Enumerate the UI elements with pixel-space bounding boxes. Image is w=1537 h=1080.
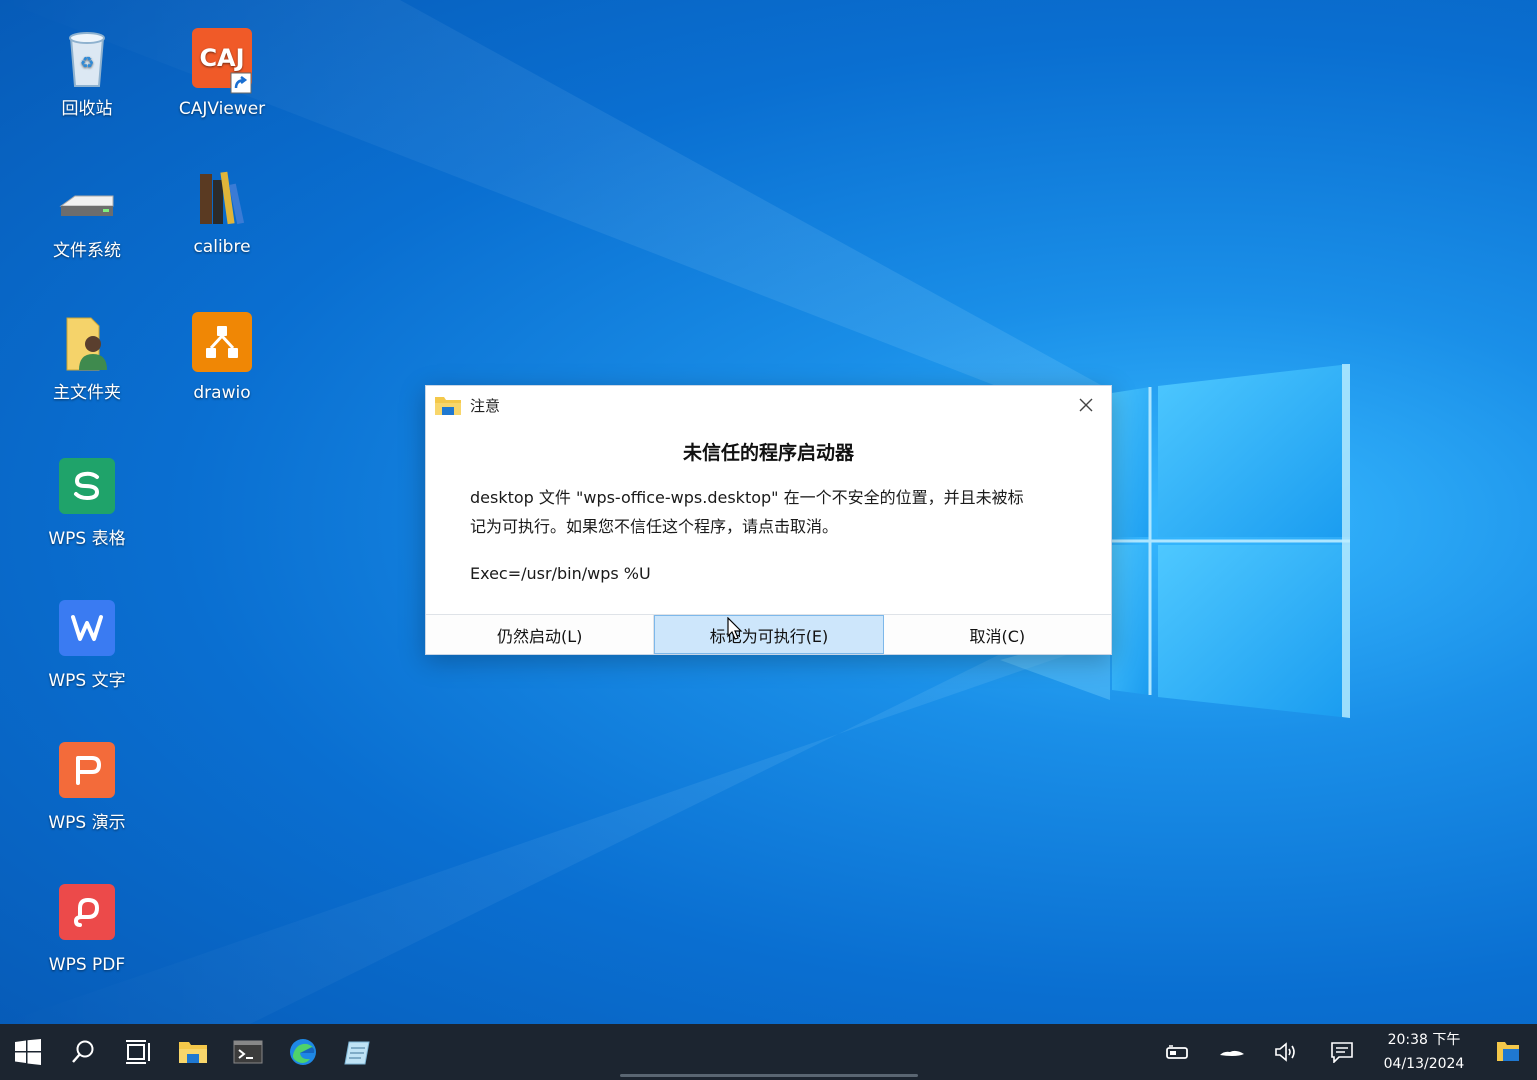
wps-pdf-icon: [55, 884, 119, 948]
start-button[interactable]: [0, 1024, 55, 1080]
network-icon: [1165, 1045, 1188, 1059]
drawio-icon: [190, 312, 254, 376]
terminal-icon: [233, 1040, 262, 1064]
clock-time: 20:38 下午: [1387, 1032, 1461, 1048]
desktop-icon-wps-writer[interactable]: WPS 文字: [27, 596, 147, 692]
edge-icon: [289, 1039, 316, 1065]
desktop-icon-filesystem[interactable]: 文件系统: [27, 170, 147, 262]
launch-anyway-button[interactable]: 仍然启动(L): [426, 615, 655, 654]
desktop-icon-calibre[interactable]: calibre: [162, 166, 282, 258]
clock[interactable]: 20:38 下午 04/13/2024: [1369, 1028, 1479, 1076]
calibre-books-icon: [190, 166, 254, 230]
desktop-icon-cajviewer[interactable]: CAJ CAJViewer: [162, 24, 282, 120]
desktop-icon-wps-presentation[interactable]: WPS 演示: [27, 738, 147, 834]
desktop-icon-label: 回收站: [61, 99, 113, 119]
recycle-bin-icon: ♻: [55, 28, 119, 92]
desktop-icon-label: WPS 文字: [48, 671, 126, 691]
cancel-button[interactable]: 取消(C): [883, 615, 1111, 654]
folder-icon: [435, 397, 461, 415]
dialog-titlebar[interactable]: 注意: [426, 386, 1111, 424]
mark-executable-button[interactable]: 标记为可执行(E): [654, 615, 884, 654]
notification-button[interactable]: [1314, 1024, 1369, 1080]
network-button[interactable]: [1149, 1024, 1204, 1080]
shortcut-arrow-icon: [230, 72, 252, 94]
untrusted-launcher-dialog: 注意 未信任的程序启动器 desktop 文件 "wps-office-wps.…: [425, 385, 1112, 655]
start-icon: [14, 1039, 41, 1065]
volume-icon: [1274, 1042, 1295, 1062]
edge-button[interactable]: [275, 1024, 330, 1080]
desktop-icon-label: WPS PDF: [48, 955, 126, 975]
desktop-icon-label: drawio: [193, 383, 251, 403]
desktop-icon-label: 文件系统: [53, 241, 121, 261]
terminal-button[interactable]: [220, 1024, 275, 1080]
desktop-icon-label: WPS 演示: [48, 813, 126, 833]
show-desktop-icon: [1497, 1042, 1519, 1061]
system-tray: 20:38 下午 04/13/2024: [1149, 1024, 1537, 1080]
search-icon: [71, 1040, 93, 1063]
dialog-button-row: 仍然启动(L) 标记为可执行(E) 取消(C): [426, 614, 1111, 654]
file-explorer-button[interactable]: [165, 1024, 220, 1080]
desktop-icon-wps-spreadsheet[interactable]: WPS 表格: [27, 454, 147, 550]
taskbar-scroll-indicator: [620, 1074, 918, 1077]
task-view-button[interactable]: [110, 1024, 165, 1080]
onedrive-icon: [1219, 1050, 1244, 1056]
desktop-icon-label: WPS 表格: [48, 529, 126, 549]
dialog-exec-line: Exec=/usr/bin/wps %U: [470, 564, 651, 583]
dialog-message-line: desktop 文件 "wps-office-wps.desktop" 在一个不…: [470, 488, 1024, 507]
clock-date: 04/13/2024: [1383, 1056, 1465, 1072]
notepad-button[interactable]: [330, 1024, 385, 1080]
dialog-heading: 未信任的程序启动器: [682, 442, 854, 464]
dialog-message-line: 记为可执行。如果您不信任这个程序，请点击取消。: [470, 517, 839, 536]
home-folder-icon: [55, 312, 119, 376]
notification-icon: [1330, 1042, 1353, 1063]
notepad-icon: [343, 1041, 370, 1065]
desktop-icon-recycle-bin[interactable]: ♻ 回收站: [27, 28, 147, 120]
desktop-icon-label: calibre: [193, 237, 251, 257]
onedrive-button[interactable]: [1204, 1024, 1259, 1080]
wps-writer-icon: [55, 600, 119, 664]
desktop-icon-label: 主文件夹: [53, 383, 121, 403]
desktop-icon-drawio[interactable]: drawio: [162, 308, 282, 404]
cajviewer-icon: CAJ: [190, 28, 254, 94]
task-view-icon: [125, 1040, 150, 1064]
drive-icon: [55, 170, 119, 234]
desktop-icon-home-folder[interactable]: 主文件夹: [27, 312, 147, 404]
wps-spreadsheet-icon: [55, 458, 119, 522]
desktop-icon-label: CAJViewer: [178, 99, 266, 119]
mouse-cursor-icon: [727, 617, 743, 640]
dialog-message: desktop 文件 "wps-office-wps.desktop" 在一个不…: [426, 483, 1111, 588]
svg-text:♻: ♻: [80, 53, 94, 72]
close-icon: [1079, 398, 1093, 412]
dialog-title: 注意: [470, 396, 501, 415]
search-button[interactable]: [55, 1024, 110, 1080]
taskbar: 20:38 下午 04/13/2024: [0, 1024, 1537, 1080]
show-desktop-button[interactable]: [1479, 1024, 1537, 1080]
volume-button[interactable]: [1259, 1024, 1314, 1080]
desktop-icon-wps-pdf[interactable]: WPS PDF: [27, 880, 147, 976]
wps-presentation-icon: [55, 742, 119, 806]
file-explorer-icon: [178, 1042, 207, 1063]
close-button[interactable]: [1075, 394, 1097, 416]
